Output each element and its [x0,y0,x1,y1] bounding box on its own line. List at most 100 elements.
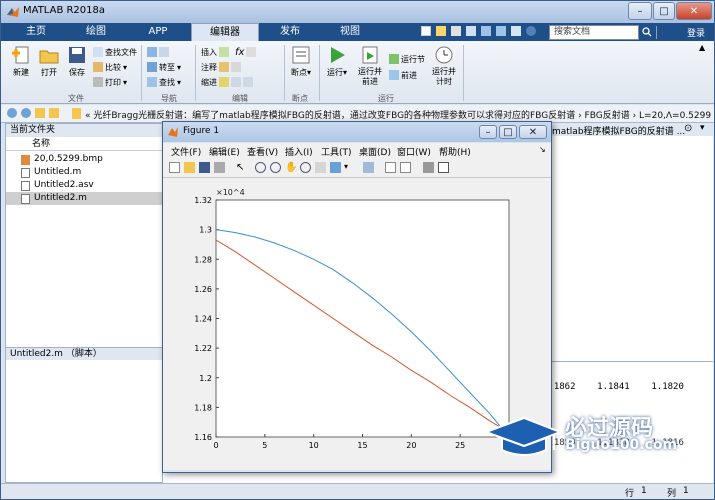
menu-file[interactable]: 文件(F) [171,145,201,158]
back-arrow-icon[interactable] [7,108,17,118]
indent-left-icon[interactable] [243,77,253,87]
ribbon-collapse-icon[interactable]: ▲ [699,43,705,52]
advance-button[interactable]: 前进 [389,69,425,81]
file-row-selected[interactable]: Untitled2.m [6,192,162,205]
breakpoints-button[interactable]: 断点▾ [287,45,315,78]
bp-group-label: 断点 [292,94,308,103]
copy-quick-icon[interactable] [451,26,461,36]
wrap-comment-icon[interactable] [231,62,241,72]
redo-quick-icon[interactable] [496,26,506,36]
menu-edit[interactable]: 编辑(E) [209,145,240,158]
menu-view[interactable]: 查看(V) [247,145,278,158]
undock-arrow-icon[interactable]: ↘ [539,145,546,154]
help-circle-icon[interactable]: ⊙ [684,123,692,134]
paste-quick-icon[interactable] [466,26,476,36]
current-folder-panel: 当前文件夹 名称 20,0.5299.bmp Untitled.m Untitl… [5,123,163,483]
rotate-3d-icon[interactable] [300,162,311,173]
open-file-icon[interactable] [184,162,195,173]
run-section-icon [389,54,399,64]
current-path[interactable]: « 光纤Bragg光栅反射谱：编写了matlab程序模拟FBG的反射谱，通过改变… [85,108,711,121]
zoom-in-icon[interactable] [255,162,266,173]
goto-button[interactable]: 转至 ▾ [147,61,181,73]
compare-icon [93,62,103,72]
asv-file-icon [21,181,30,191]
open-button[interactable]: 打开 [35,45,63,78]
indent-right-icon[interactable] [231,77,241,87]
maximize-button[interactable]: □ [653,2,675,20]
run-label: 运行 [326,68,343,77]
indent-button[interactable]: 缩进 [201,76,256,88]
new-figure-icon[interactable] [169,162,180,173]
figure-minimize-button[interactable]: – [479,125,497,139]
compare-button[interactable]: 比较 ▾ [93,61,137,73]
menu-desktop[interactable]: 桌面(D) [359,145,391,158]
switch-window-icon[interactable] [511,26,521,36]
details-header: Untitled2.m （脚本） [6,347,162,360]
new-button[interactable]: 新建 [7,45,35,78]
save-figure-icon[interactable] [199,162,210,173]
data-cursor-icon[interactable] [315,162,326,173]
file-row[interactable]: Untitled.m [6,166,162,179]
fx-icon[interactable]: fx [235,47,244,58]
brush-icon[interactable] [330,162,341,173]
name-column-header[interactable]: 名称 [6,138,162,151]
panel-menu-icon[interactable]: ▾ [700,123,705,133]
figure-logo-icon [168,127,178,137]
ribbon-separator [195,45,196,101]
print-figure-icon[interactable] [214,162,225,173]
tab-home[interactable]: 主页 [7,23,65,41]
print-button[interactable]: 打印 ▾ [93,76,137,88]
minimize-button[interactable]: – [628,2,652,20]
menu-help[interactable]: 帮助(H) [439,145,471,158]
browse-folder-icon[interactable] [49,108,59,118]
back-forward-buttons[interactable] [147,46,181,58]
file-row[interactable]: Untitled2.asv [6,179,162,192]
undo-quick-icon[interactable] [481,26,491,36]
chevron-down-icon[interactable]: ▾ [344,162,355,173]
save-disk-icon [66,45,88,65]
menu-tools[interactable]: 工具(T) [321,145,352,158]
notifications-icon[interactable] [656,26,670,39]
pan-hand-icon[interactable]: ✋ [285,162,297,173]
forward-arrow-icon[interactable] [21,108,31,118]
tab-editor[interactable]: 编辑器 [191,23,259,41]
run-button[interactable]: 运行▾ [323,45,351,78]
function-list-icon[interactable] [246,47,257,57]
help-quick-icon[interactable] [526,26,536,36]
run-and-advance-button[interactable]: 运行并前进 [353,45,387,87]
insert-button[interactable]: 插入 fx [201,46,257,58]
tab-apps[interactable]: APP [129,23,187,41]
colorbar-icon[interactable] [385,162,396,173]
zoom-out-icon[interactable] [270,162,281,173]
run-section-button[interactable]: 运行节 [389,53,425,65]
run-and-time-button[interactable]: 运行并计时 [429,45,459,87]
menu-insert[interactable]: 插入(I) [285,145,313,158]
pointer-icon[interactable]: ↖ [236,162,247,173]
save-button[interactable]: 保存 [63,45,91,78]
close-button[interactable]: ✕ [676,2,712,20]
hide-plot-tools-icon[interactable] [423,162,434,173]
find-files-button[interactable]: 查找文件 [93,46,137,58]
file-row[interactable]: 20,0.5299.bmp [6,153,162,166]
find-button[interactable]: 查找 ▾ [147,76,181,88]
login-link[interactable]: 登录 [687,26,705,39]
up-folder-icon[interactable] [35,108,45,118]
title-bar: MATLAB R2018a – □ ✕ [1,1,714,23]
tab-plots[interactable]: 绘图 [67,23,125,41]
search-icon[interactable] [642,27,652,37]
tab-publish[interactable]: 发布 [261,23,319,41]
cut-quick-icon[interactable] [436,26,446,36]
tab-view[interactable]: 视图 [321,23,379,41]
search-documentation-input[interactable]: 搜索文档 [549,25,639,40]
comment-button[interactable]: 注释 [201,61,256,73]
app-title: MATLAB R2018a [23,5,106,16]
figure-close-button[interactable]: ✕ [519,125,547,139]
figure-maximize-button[interactable]: □ [499,125,517,139]
edit-group-label: 编辑 [232,94,248,103]
save-quick-icon[interactable] [421,26,431,36]
link-plot-icon[interactable] [363,162,374,173]
menu-window[interactable]: 窗口(W) [397,145,431,158]
editor-tab-title[interactable]: matlab程序模拟FBG的反射谱 ... [552,124,685,137]
show-plot-tools-icon[interactable] [438,162,449,173]
legend-icon[interactable] [400,162,411,173]
